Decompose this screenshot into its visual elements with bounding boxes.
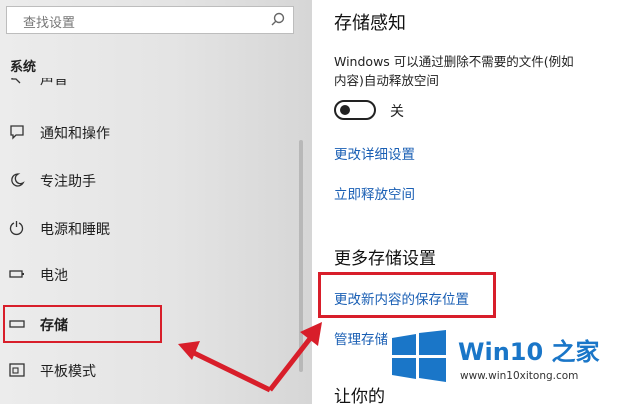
sidebar-item-label: 电源和睡眠	[40, 222, 110, 238]
toggle-knob	[340, 105, 350, 115]
highlight-box-save-location	[318, 272, 496, 318]
windows-logo-icon	[392, 330, 446, 382]
link-change-details[interactable]: 更改详细设置	[334, 143, 415, 163]
sidebar-item-tablet-mode[interactable]: 平板模式	[0, 352, 300, 388]
sidebar-item-focus-assist[interactable]: 专注助手	[0, 162, 300, 198]
sidebar-item-notifications[interactable]: 通知和操作	[0, 114, 300, 150]
sidebar-scrollbar[interactable]	[299, 140, 303, 372]
watermark-brand: Win10 之家	[458, 332, 600, 367]
search-icon[interactable]	[269, 11, 287, 29]
description-line-2: 内容)自动释放空间	[334, 73, 439, 88]
power-icon	[9, 221, 24, 236]
storage-sense-description: Windows 可以通过删除不需要的文件(例如 内容)自动释放空间	[334, 52, 621, 90]
sidebar-item-power-sleep[interactable]: 电源和睡眠	[0, 210, 300, 246]
page-title: 存储感知	[334, 13, 406, 34]
search-input[interactable]: 查找设置	[23, 12, 75, 31]
moon-icon	[11, 173, 25, 187]
highlight-box-storage	[3, 305, 162, 343]
storage-sense-toggle[interactable]	[334, 100, 376, 120]
sidebar-item-sound[interactable]: 声音	[0, 78, 300, 96]
speaker-icon	[11, 78, 21, 84]
site-watermark: Win10 之家 www.win10xitong.com	[386, 326, 621, 404]
watermark-brand-suffix: 之家	[551, 338, 600, 366]
search-box[interactable]: 查找设置	[6, 6, 294, 34]
sidebar-item-battery[interactable]: 电池	[0, 256, 300, 292]
sidebar-item-label: 平板模式	[40, 364, 96, 380]
sidebar-item-label: 电池	[40, 268, 68, 284]
battery-icon	[9, 270, 24, 278]
sidebar-item-label: 专注助手	[40, 174, 96, 190]
sidebar-item-label: 通知和操作	[40, 126, 110, 142]
link-manage-storage[interactable]: 管理存储	[334, 328, 388, 348]
sidebar-item-label: 声音	[40, 78, 68, 88]
section-title-bottom: 让你的	[334, 387, 385, 404]
section-title-more-storage: 更多存储设置	[334, 249, 436, 269]
watermark-brand-text: Win10	[458, 338, 544, 366]
tablet-mode-icon	[9, 363, 25, 377]
description-line-1: Windows 可以通过删除不需要的文件(例如	[334, 54, 574, 69]
toggle-state-label: 关	[390, 104, 404, 120]
section-title-system: 系统	[10, 60, 37, 75]
link-free-space-now[interactable]: 立即释放空间	[334, 183, 415, 203]
watermark-url: www.win10xitong.com	[460, 370, 579, 382]
notification-icon	[10, 125, 24, 140]
settings-sidebar: 查找设置 系统 声音 通知和操作 专注助手 电源和睡眠 电池 存储 平板模式	[0, 0, 312, 404]
